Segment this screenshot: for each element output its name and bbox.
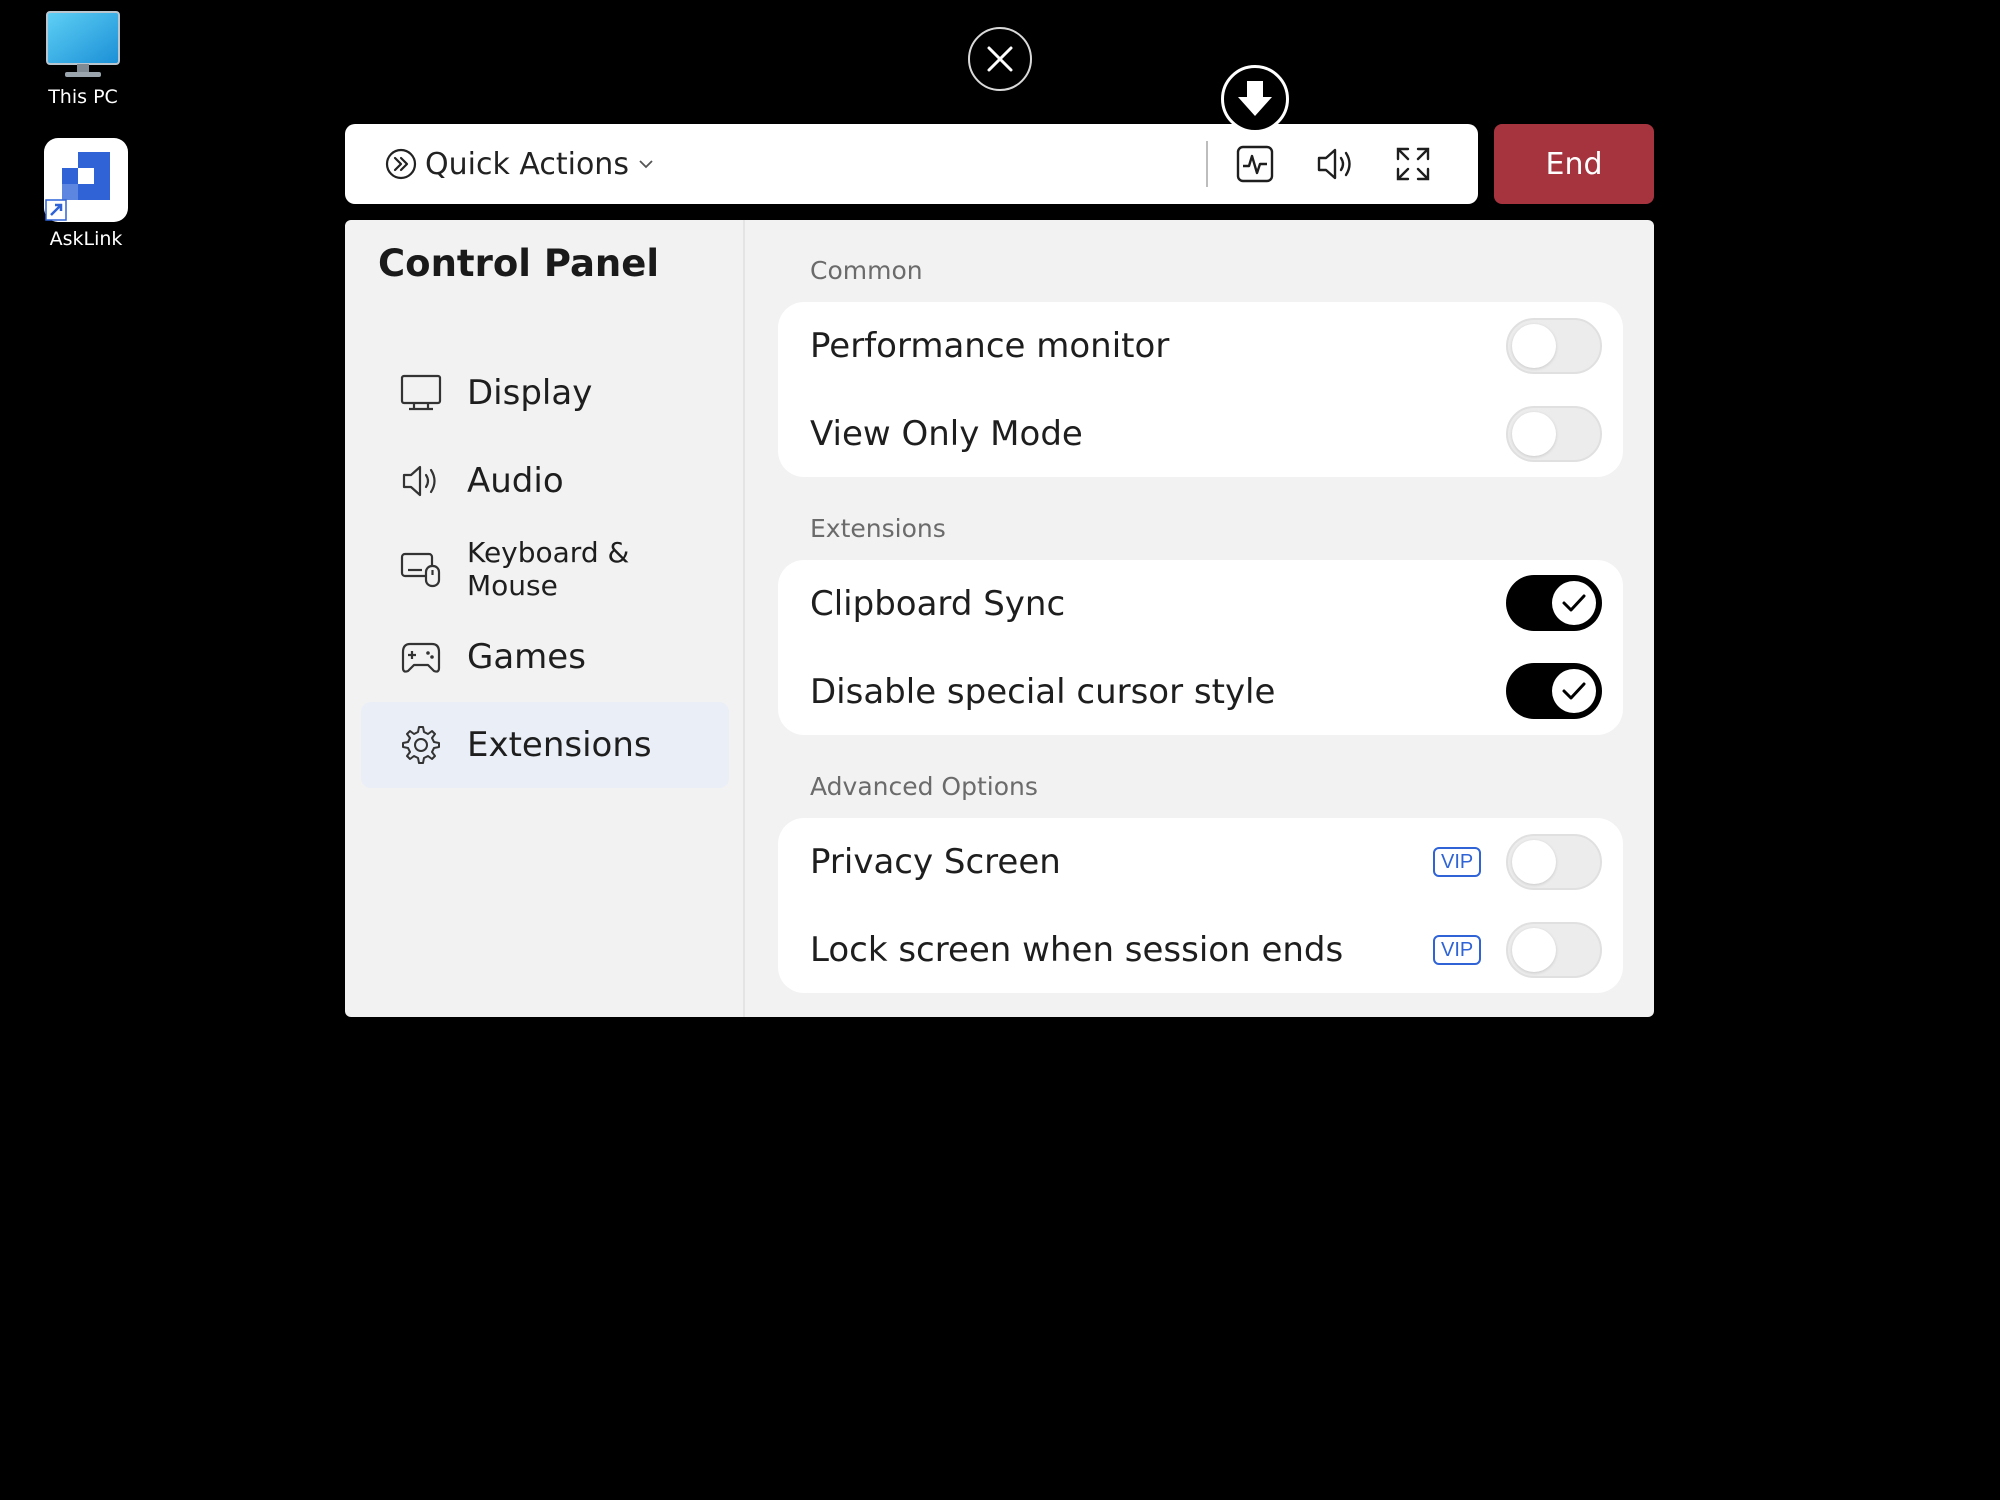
close-panel-button[interactable] bbox=[968, 27, 1032, 91]
download-arrow-icon bbox=[1238, 81, 1272, 116]
lock-screen-toggle[interactable] bbox=[1506, 922, 1602, 978]
performance-monitor-toggle[interactable] bbox=[1506, 318, 1602, 374]
speaker-icon bbox=[399, 459, 443, 503]
setting-label: Lock screen when session ends bbox=[810, 930, 1344, 970]
settings-card-advanced: Privacy Screen VIP Lock screen when sess… bbox=[778, 818, 1623, 993]
settings-card-common: Performance monitor View Only Mode bbox=[778, 302, 1623, 477]
vip-badge: VIP bbox=[1433, 935, 1482, 965]
performance-monitor-icon bbox=[1236, 145, 1274, 183]
toggle-knob bbox=[1512, 324, 1556, 368]
speaker-icon bbox=[1317, 148, 1351, 180]
setting-row-disable-cursor-style: Disable special cursor style bbox=[778, 648, 1623, 736]
settings-card-extensions: Clipboard Sync Disable special cursor st… bbox=[778, 560, 1623, 735]
vip-badge: VIP bbox=[1433, 847, 1482, 877]
setting-label: Disable special cursor style bbox=[810, 672, 1276, 712]
setting-label: Privacy Screen bbox=[810, 842, 1061, 882]
nav-item-display[interactable]: Display bbox=[361, 350, 729, 436]
gear-icon bbox=[399, 723, 443, 767]
setting-row-lock-screen: Lock screen when session ends VIP bbox=[778, 906, 1623, 994]
session-toolbar: Quick Actions bbox=[345, 124, 1478, 204]
setting-row-view-only-mode: View Only Mode bbox=[778, 390, 1623, 478]
gamepad-icon bbox=[399, 635, 443, 679]
checkmark-icon bbox=[1562, 682, 1586, 700]
nav-label: Display bbox=[467, 373, 593, 413]
performance-monitor-button[interactable] bbox=[1231, 140, 1279, 188]
download-button[interactable] bbox=[1221, 65, 1289, 133]
setting-row-performance-monitor: Performance monitor bbox=[778, 302, 1623, 390]
toggle-knob bbox=[1552, 581, 1596, 625]
quick-actions-dropdown[interactable]: Quick Actions bbox=[385, 147, 653, 182]
nav-item-games[interactable]: Games bbox=[361, 614, 729, 700]
privacy-screen-toggle[interactable] bbox=[1506, 834, 1602, 890]
fast-forward-circle-icon bbox=[385, 148, 417, 180]
audio-button[interactable] bbox=[1311, 140, 1359, 188]
desktop-icon-asklink[interactable]: AskLink bbox=[26, 138, 146, 250]
nav-label: Extensions bbox=[467, 725, 652, 765]
nav-label: Games bbox=[467, 637, 586, 677]
setting-label: Clipboard Sync bbox=[810, 584, 1066, 624]
close-icon bbox=[987, 46, 1013, 72]
section-title-extensions: Extensions bbox=[810, 514, 946, 543]
nav-label: Audio bbox=[467, 461, 564, 501]
setting-row-privacy-screen: Privacy Screen VIP bbox=[778, 818, 1623, 906]
chevron-down-icon bbox=[639, 160, 653, 169]
nav-label: Keyboard & Mouse bbox=[466, 536, 630, 602]
disable-cursor-style-toggle[interactable] bbox=[1506, 663, 1602, 719]
quick-actions-label: Quick Actions bbox=[425, 146, 629, 182]
setting-row-clipboard-sync: Clipboard Sync bbox=[778, 560, 1623, 648]
toggle-knob bbox=[1552, 669, 1596, 713]
toggle-knob bbox=[1512, 928, 1556, 972]
keyboard-mouse-icon bbox=[399, 547, 443, 591]
setting-label: View Only Mode bbox=[810, 414, 1083, 454]
fullscreen-button[interactable] bbox=[1389, 140, 1437, 188]
view-only-mode-toggle[interactable] bbox=[1506, 406, 1602, 462]
control-panel: Control Panel Display Audio Keyboard & M… bbox=[345, 220, 1654, 1017]
setting-label: Performance monitor bbox=[810, 326, 1170, 366]
monitor-icon bbox=[399, 371, 443, 415]
desktop-icon-label: This PC bbox=[48, 86, 118, 108]
monitor-icon bbox=[46, 11, 120, 77]
panel-title: Control Panel bbox=[378, 242, 660, 285]
nav-item-audio[interactable]: Audio bbox=[361, 438, 729, 524]
toolbar-divider bbox=[1206, 141, 1208, 187]
section-title-advanced-options: Advanced Options bbox=[810, 772, 1038, 801]
nav-item-extensions[interactable]: Extensions bbox=[361, 702, 729, 788]
clipboard-sync-toggle[interactable] bbox=[1506, 575, 1602, 631]
fullscreen-icon bbox=[1396, 147, 1430, 181]
checkmark-icon bbox=[1562, 594, 1586, 612]
toggle-knob bbox=[1512, 840, 1556, 884]
desktop-icon-this-pc[interactable]: This PC bbox=[23, 10, 143, 108]
nav-item-keyboard-mouse[interactable]: Keyboard & Mouse bbox=[361, 526, 729, 612]
toggle-knob bbox=[1512, 412, 1556, 456]
desktop-icon-label: AskLink bbox=[49, 228, 123, 250]
section-title-common: Common bbox=[810, 256, 923, 285]
panel-divider bbox=[743, 220, 745, 1017]
end-session-button[interactable]: End bbox=[1494, 124, 1654, 204]
asklink-app-icon bbox=[44, 138, 128, 222]
